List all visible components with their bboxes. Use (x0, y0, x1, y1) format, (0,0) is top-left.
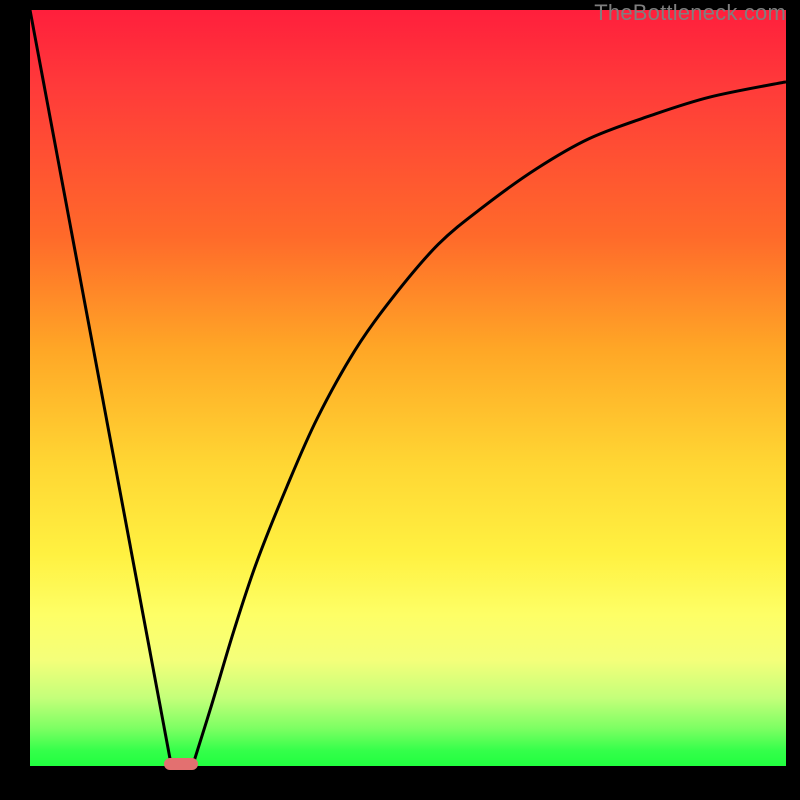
watermark-text: TheBottleneck.com (594, 0, 786, 26)
bottleneck-marker (164, 758, 198, 770)
curve-right-branch (193, 82, 786, 766)
curve-left-branch (30, 10, 171, 766)
plot-area (30, 10, 786, 766)
curve-svg (30, 10, 786, 766)
chart-frame: TheBottleneck.com (0, 0, 800, 800)
